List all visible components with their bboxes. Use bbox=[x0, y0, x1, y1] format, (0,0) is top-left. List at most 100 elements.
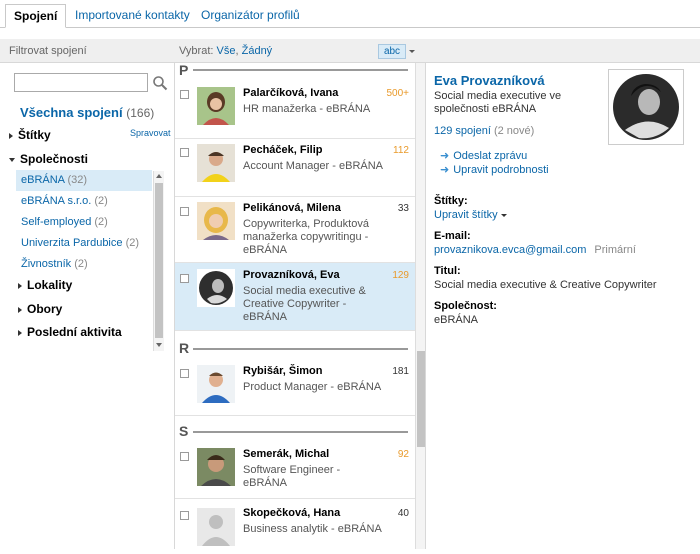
manage-tags-link[interactable]: Spravovat bbox=[130, 128, 171, 138]
all-connections-link[interactable]: Všechna spojení (166) bbox=[20, 105, 154, 120]
contact-title: Social media executive & Creative Copywr… bbox=[243, 285, 366, 323]
email-link[interactable]: provaznikova.evca@gmail.com bbox=[434, 244, 586, 256]
filter-search-input[interactable] bbox=[14, 73, 148, 92]
company-value: eBRÁNA bbox=[434, 314, 479, 326]
filter-label: Filtrovat spojení bbox=[9, 45, 87, 57]
contact-name[interactable]: Semerák, Michal bbox=[243, 448, 329, 460]
email-primary-badge: Primární bbox=[594, 244, 636, 256]
title-label: Titul: bbox=[434, 265, 461, 277]
contact-title: Product Manager - eBRÁNA bbox=[243, 381, 382, 393]
contact-list-scrollbar[interactable] bbox=[415, 63, 425, 549]
letter-divider-s: S bbox=[179, 423, 189, 439]
connection-count: 40 bbox=[397, 508, 409, 519]
contact-row[interactable]: Rybišár, Šimon Product Manager - eBRÁNA … bbox=[175, 356, 415, 416]
select-all-link[interactable]: Vše bbox=[217, 45, 236, 57]
letter-divider-p: P bbox=[179, 63, 189, 78]
sort-dropdown-caret-icon[interactable] bbox=[409, 50, 415, 53]
chevron-down-icon bbox=[500, 213, 507, 217]
company-list-scrollbar[interactable] bbox=[153, 171, 164, 351]
company-item[interactable]: eBRÁNA (32) bbox=[16, 170, 152, 191]
contact-checkbox[interactable] bbox=[180, 369, 189, 378]
profile-name[interactable]: Eva Provazníková bbox=[434, 73, 545, 88]
connection-count: 500+ bbox=[386, 88, 409, 99]
recent-activity-section-toggle[interactable]: Poslední aktivita bbox=[18, 325, 122, 339]
profile-header bbox=[426, 39, 700, 63]
filter-header: Filtrovat spojení bbox=[0, 39, 174, 63]
locations-section-toggle[interactable]: Lokality bbox=[18, 278, 72, 292]
industries-section-toggle[interactable]: Obory bbox=[18, 302, 62, 316]
edit-details-link[interactable]: ➜ Upravit podrobnosti bbox=[440, 163, 549, 176]
tab-imported-contacts[interactable]: Importované kontakty bbox=[67, 4, 198, 28]
connection-count: 112 bbox=[393, 145, 409, 156]
company-list: eBRÁNA (32) eBRÁNA s.r.o. (2) Self-emplo… bbox=[16, 170, 152, 275]
search-icon[interactable] bbox=[152, 75, 168, 91]
connection-count: 33 bbox=[397, 203, 409, 214]
contact-name[interactable]: Palarčíková, Ivana bbox=[243, 87, 338, 99]
contact-row[interactable]: Semerák, Michal Software Engineer - eBRÁ… bbox=[175, 439, 415, 499]
company-item[interactable]: eBRÁNA s.r.o. (2) bbox=[16, 191, 152, 212]
contact-row[interactable]: Pecháček, Filip Account Manager - eBRÁNA… bbox=[175, 139, 415, 197]
scrollbar-thumb[interactable] bbox=[155, 183, 163, 338]
contact-avatar[interactable] bbox=[197, 202, 235, 240]
profile-headline: Social media executive ve společnosti eB… bbox=[434, 90, 562, 115]
contact-checkbox[interactable] bbox=[180, 207, 189, 216]
expand-arrow-icon bbox=[9, 132, 13, 139]
contact-avatar[interactable] bbox=[197, 87, 235, 125]
contact-checkbox[interactable] bbox=[180, 274, 189, 283]
contact-checkbox[interactable] bbox=[180, 148, 189, 157]
contact-avatar[interactable] bbox=[197, 508, 235, 546]
connection-count: 181 bbox=[392, 366, 409, 377]
contact-name[interactable]: Pecháček, Filip bbox=[243, 144, 322, 156]
expand-arrow-icon bbox=[18, 282, 22, 289]
contact-title: Copywriterka, Produktová manažerka copyw… bbox=[243, 218, 369, 256]
contact-name[interactable]: Pelikánová, Milena bbox=[243, 202, 341, 214]
company-item[interactable]: Self-employed (2) bbox=[16, 212, 152, 233]
title-value: Social media executive & Creative Copywr… bbox=[434, 279, 657, 291]
contact-checkbox[interactable] bbox=[180, 90, 189, 99]
collapse-arrow-icon bbox=[9, 157, 15, 162]
contact-checkbox[interactable] bbox=[180, 511, 189, 520]
email-label: E-mail: bbox=[434, 230, 471, 242]
tags-label: Štítky: bbox=[434, 195, 468, 207]
profile-connections-link[interactable]: 129 spojení (2 nové) bbox=[434, 125, 534, 137]
contact-list: P Palarčíková, Ivana HR manažerka - eBRÁ… bbox=[174, 63, 426, 549]
company-label: Společnost: bbox=[434, 300, 497, 312]
email-row: provaznikova.evca@gmail.com Primární bbox=[434, 244, 636, 256]
arrow-right-icon: ➜ bbox=[440, 164, 450, 176]
tab-bar: Spojení Importované kontakty Organizátor… bbox=[0, 0, 700, 28]
sort-abc-button[interactable]: abc bbox=[378, 44, 406, 59]
edit-tags-dropdown[interactable]: Upravit štítky bbox=[434, 209, 507, 221]
contact-title: Business analytik - eBRÁNA bbox=[243, 523, 382, 535]
contact-row[interactable]: Skopečková, Hana Business analytik - eBR… bbox=[175, 499, 415, 549]
tags-section-toggle[interactable]: Štítky bbox=[9, 128, 51, 142]
contact-checkbox[interactable] bbox=[180, 452, 189, 461]
expand-arrow-icon bbox=[18, 329, 22, 336]
send-message-link[interactable]: ➜ Odeslat zprávu bbox=[440, 149, 527, 162]
scroll-down-icon[interactable] bbox=[156, 343, 162, 347]
contact-row[interactable]: Palarčíková, Ivana HR manažerka - eBRÁNA… bbox=[175, 77, 415, 139]
contact-name[interactable]: Provazníková, Eva bbox=[243, 269, 340, 281]
contact-title: Account Manager - eBRÁNA bbox=[243, 160, 384, 172]
contact-avatar[interactable] bbox=[197, 448, 235, 486]
scroll-up-icon[interactable] bbox=[156, 174, 162, 178]
connection-count: 129 bbox=[392, 270, 409, 281]
select-label: Vybrat: bbox=[179, 45, 214, 57]
company-item[interactable]: Živnostník (2) bbox=[16, 254, 152, 275]
contact-name[interactable]: Rybišár, Šimon bbox=[243, 365, 322, 377]
tab-connections[interactable]: Spojení bbox=[5, 4, 67, 28]
company-item[interactable]: Univerzita Pardubice (2) bbox=[16, 233, 152, 254]
companies-section-toggle[interactable]: Společnosti bbox=[9, 152, 88, 166]
contact-avatar[interactable] bbox=[197, 144, 235, 182]
tab-profile-organizer[interactable]: Organizátor profilů bbox=[193, 4, 308, 28]
contact-avatar[interactable] bbox=[197, 365, 235, 403]
scrollbar-thumb[interactable] bbox=[417, 351, 425, 447]
connection-count: 92 bbox=[397, 449, 409, 460]
contact-title: Software Engineer - eBRÁNA bbox=[243, 464, 341, 489]
contact-name[interactable]: Skopečková, Hana bbox=[243, 507, 340, 519]
select-none-link[interactable]: Žádný bbox=[242, 45, 273, 57]
contact-row[interactable]: Provazníková, Eva Social media executive… bbox=[175, 263, 415, 331]
contact-title: HR manažerka - eBRÁNA bbox=[243, 103, 371, 115]
profile-photo bbox=[608, 69, 684, 145]
contact-row[interactable]: Pelikánová, Milena Copywriterka, Produkt… bbox=[175, 197, 415, 263]
contact-avatar[interactable] bbox=[197, 269, 235, 307]
